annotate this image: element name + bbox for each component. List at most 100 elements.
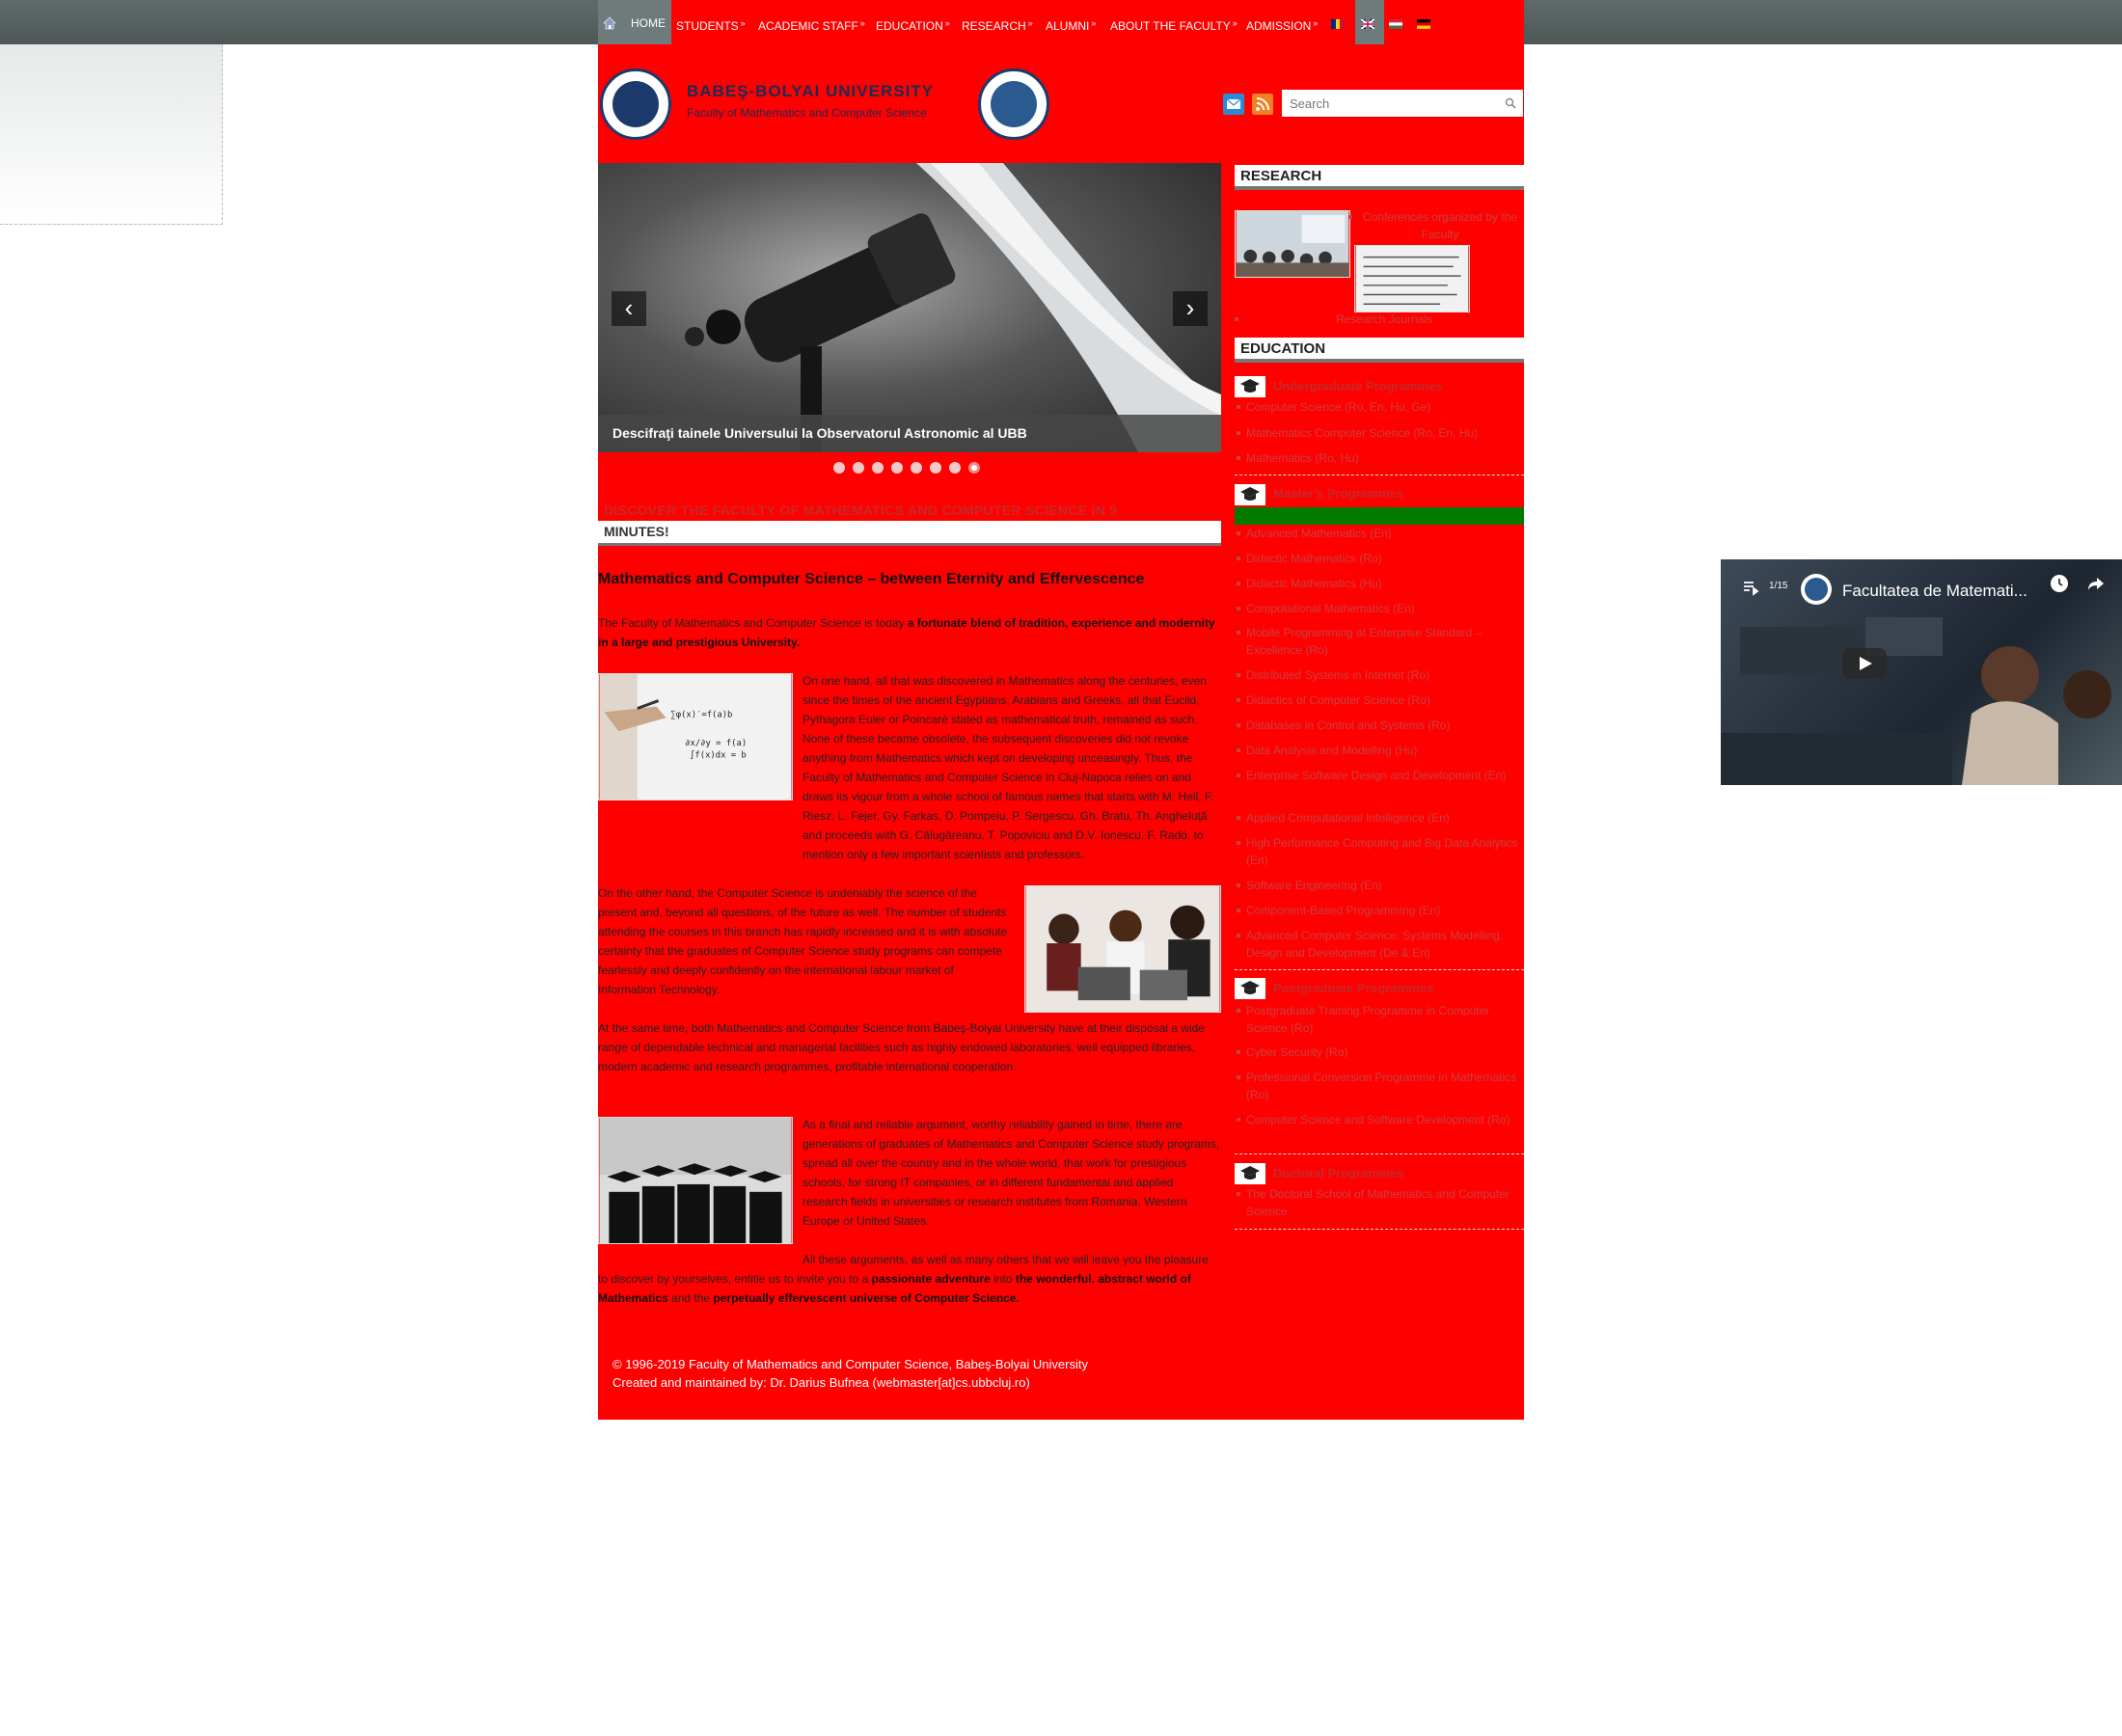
program-link[interactable]: Cyber Security (Ro) (1237, 1044, 1521, 1061)
image-slider[interactable] (598, 163, 1221, 452)
nav-item-students[interactable]: STUDENTS» (676, 0, 746, 44)
slider-caption[interactable]: Descifraţi tainele Universului la Observ… (598, 415, 1221, 452)
submenu-arrow-icon: » (944, 18, 950, 28)
conference-photo[interactable] (1235, 210, 1350, 278)
divider (1235, 1229, 1524, 1230)
nav-item-alumni[interactable]: ALUMNI» (1046, 0, 1096, 44)
play-icon (1860, 657, 1872, 670)
footer: © 1996-2019 Faculty of Mathematics and C… (612, 1355, 1088, 1392)
graduation-cap-icon (1235, 1163, 1265, 1184)
submenu-arrow-icon: » (1091, 18, 1097, 28)
education-heading: EDUCATION (1235, 338, 1524, 363)
nav-label: ABOUT THE FACULTY (1110, 19, 1231, 33)
de-flag-icon[interactable] (1417, 19, 1430, 29)
program-link[interactable]: High Performance Computing and Big Data … (1237, 834, 1521, 869)
slider-dot[interactable] (833, 462, 845, 474)
journals-photo[interactable] (1354, 245, 1470, 312)
program-link[interactable]: Mobile Programming at Enterprise Standar… (1237, 624, 1521, 659)
postgraduate-title[interactable]: Postgraduate Programmes (1273, 981, 1433, 995)
program-link[interactable]: Component-Based Programming (En) (1237, 902, 1521, 919)
p5-text: into (990, 1272, 1016, 1286)
svg-text:∑φ(x)′=f(a)b: ∑φ(x)′=f(a)b (670, 710, 732, 719)
video-title[interactable]: Facultatea de Matemati... (1842, 582, 2027, 601)
nav-label: ADMISSION (1246, 19, 1312, 33)
submenu-arrow-icon: » (1313, 18, 1319, 28)
search-input[interactable] (1282, 90, 1523, 117)
svg-text:∫f(x)dx = b: ∫f(x)dx = b (690, 750, 747, 761)
video-playlist-index: 1/15 (1769, 581, 1788, 591)
program-link[interactable]: Didactics of Computer Science (Ro) (1237, 692, 1521, 709)
slider-prev-button[interactable]: ‹ (612, 291, 646, 326)
clock-icon[interactable] (2049, 573, 2070, 594)
students-laptops-photo (1024, 885, 1221, 1013)
research-heading: RESEARCH (1235, 165, 1524, 190)
graduation-cap-icon (1235, 978, 1265, 999)
faculty-channel-avatar[interactable] (1800, 573, 1833, 606)
share-icon[interactable] (2085, 573, 2107, 594)
nav-item-education[interactable]: EDUCATION» (876, 0, 950, 44)
slider-dot-active[interactable] (968, 462, 980, 474)
program-link[interactable]: Software Engineering (En) (1237, 877, 1521, 894)
research-link-journals[interactable]: Research Journals (1235, 311, 1524, 328)
slider-dot[interactable] (872, 462, 884, 474)
nav-item-about[interactable]: ABOUT THE FACULTY» (1110, 0, 1238, 44)
masters-title[interactable]: Master's Programmes (1273, 486, 1403, 501)
faculty-logo[interactable] (978, 68, 1049, 140)
program-link[interactable]: Advanced Computer Science: Systems Model… (1237, 927, 1521, 962)
program-link[interactable]: Postgraduate Training Programme in Compu… (1237, 1002, 1521, 1037)
p5-bold: perpetually effervescent universe of Com… (713, 1291, 1020, 1305)
rss-icon[interactable] (1252, 94, 1273, 115)
doctoral-title[interactable]: Doctoral Programmes (1273, 1166, 1404, 1180)
faculty-name[interactable]: Faculty of Mathematics and Computer Scie… (687, 106, 927, 120)
program-link[interactable]: Didactic Mathematics (Ro) (1237, 550, 1521, 567)
research-link-conferences[interactable]: Conferences organized by the Faculty (1348, 208, 1522, 243)
embedded-video-player[interactable]: 1/15 Facultatea de Matemati... (1721, 559, 2122, 785)
nav-item-academic-staff[interactable]: ACADEMIC STAFF» (758, 0, 865, 44)
playlist-icon[interactable] (1742, 579, 1759, 596)
hu-flag-icon[interactable] (1389, 19, 1402, 29)
nav-label: ALUMNI (1046, 19, 1090, 33)
program-link[interactable]: Computer Science and Software Developmen… (1237, 1111, 1521, 1128)
program-link[interactable]: Applied Computational Intelligence (En) (1237, 809, 1521, 827)
article-paragraph-3: At the same time, both Mathematics and C… (598, 1021, 1205, 1073)
program-link[interactable]: Enterprise Software Design and Developme… (1237, 767, 1521, 784)
program-link[interactable]: Professional Conversion Programme in Mat… (1237, 1069, 1521, 1103)
nav-item-home[interactable]: HOME (631, 0, 666, 44)
article-paragraph-4: As a final and reliable argument, worthy… (803, 1118, 1220, 1228)
video-play-button[interactable] (1842, 648, 1887, 679)
education-heading-text: EDUCATION (1240, 340, 1326, 357)
slider-dot[interactable] (949, 462, 961, 474)
nav-item-admission[interactable]: ADMISSION» (1246, 0, 1318, 44)
left-dashed-panel (0, 44, 223, 225)
highlight-bar (1235, 507, 1524, 525)
university-seal-logo[interactable] (600, 68, 671, 140)
slider-dot[interactable] (853, 462, 864, 474)
program-link[interactable]: Mathematics Computer Science (Ro, En, Hu… (1237, 424, 1521, 442)
program-link[interactable]: Databases in Control and Systems (Ro) (1237, 717, 1521, 734)
program-link[interactable]: Computer Science (Ro, En, Hu, Ge) (1237, 398, 1521, 416)
slider-dot[interactable] (891, 462, 903, 474)
slider-dot[interactable] (911, 462, 922, 474)
email-icon[interactable] (1223, 94, 1244, 115)
program-link[interactable]: Advanced Mathematics (En) (1237, 525, 1521, 542)
program-link[interactable]: Computational Mathematics (En) (1237, 600, 1521, 617)
ro-flag-icon[interactable] (1331, 19, 1345, 29)
program-link[interactable]: Mathematics (Ro, Hu) (1237, 449, 1521, 467)
svg-text:∂x/∂y = f(a): ∂x/∂y = f(a) (685, 739, 747, 748)
article-paragraph-1: On one hand, all that was discovered in … (803, 674, 1214, 861)
home-icon[interactable] (602, 15, 617, 31)
program-link[interactable]: Didactic Mathematics (Hu) (1237, 575, 1521, 592)
graduation-cap-icon (1235, 484, 1265, 505)
program-link[interactable]: The Doctoral School of Mathematics and C… (1237, 1185, 1521, 1220)
en-flag-icon[interactable] (1361, 19, 1374, 29)
slider-next-button[interactable]: › (1173, 291, 1208, 326)
search-icon[interactable] (1505, 97, 1516, 109)
submenu-arrow-icon: » (1232, 18, 1238, 28)
program-link[interactable]: Distributed Systems in Internet (Ro) (1237, 666, 1521, 684)
undergraduate-title[interactable]: Undergraduate Programmes (1273, 379, 1443, 393)
article-paragraph-2: On the other hand, the Computer Science … (598, 886, 1008, 996)
slider-dot[interactable] (930, 462, 941, 474)
university-name[interactable]: BABEŞ-BOLYAI UNIVERSITY (687, 82, 934, 101)
program-link[interactable]: Data Analysis and Modelling (Hu) (1237, 742, 1521, 759)
nav-item-research[interactable]: RESEARCH» (962, 0, 1033, 44)
